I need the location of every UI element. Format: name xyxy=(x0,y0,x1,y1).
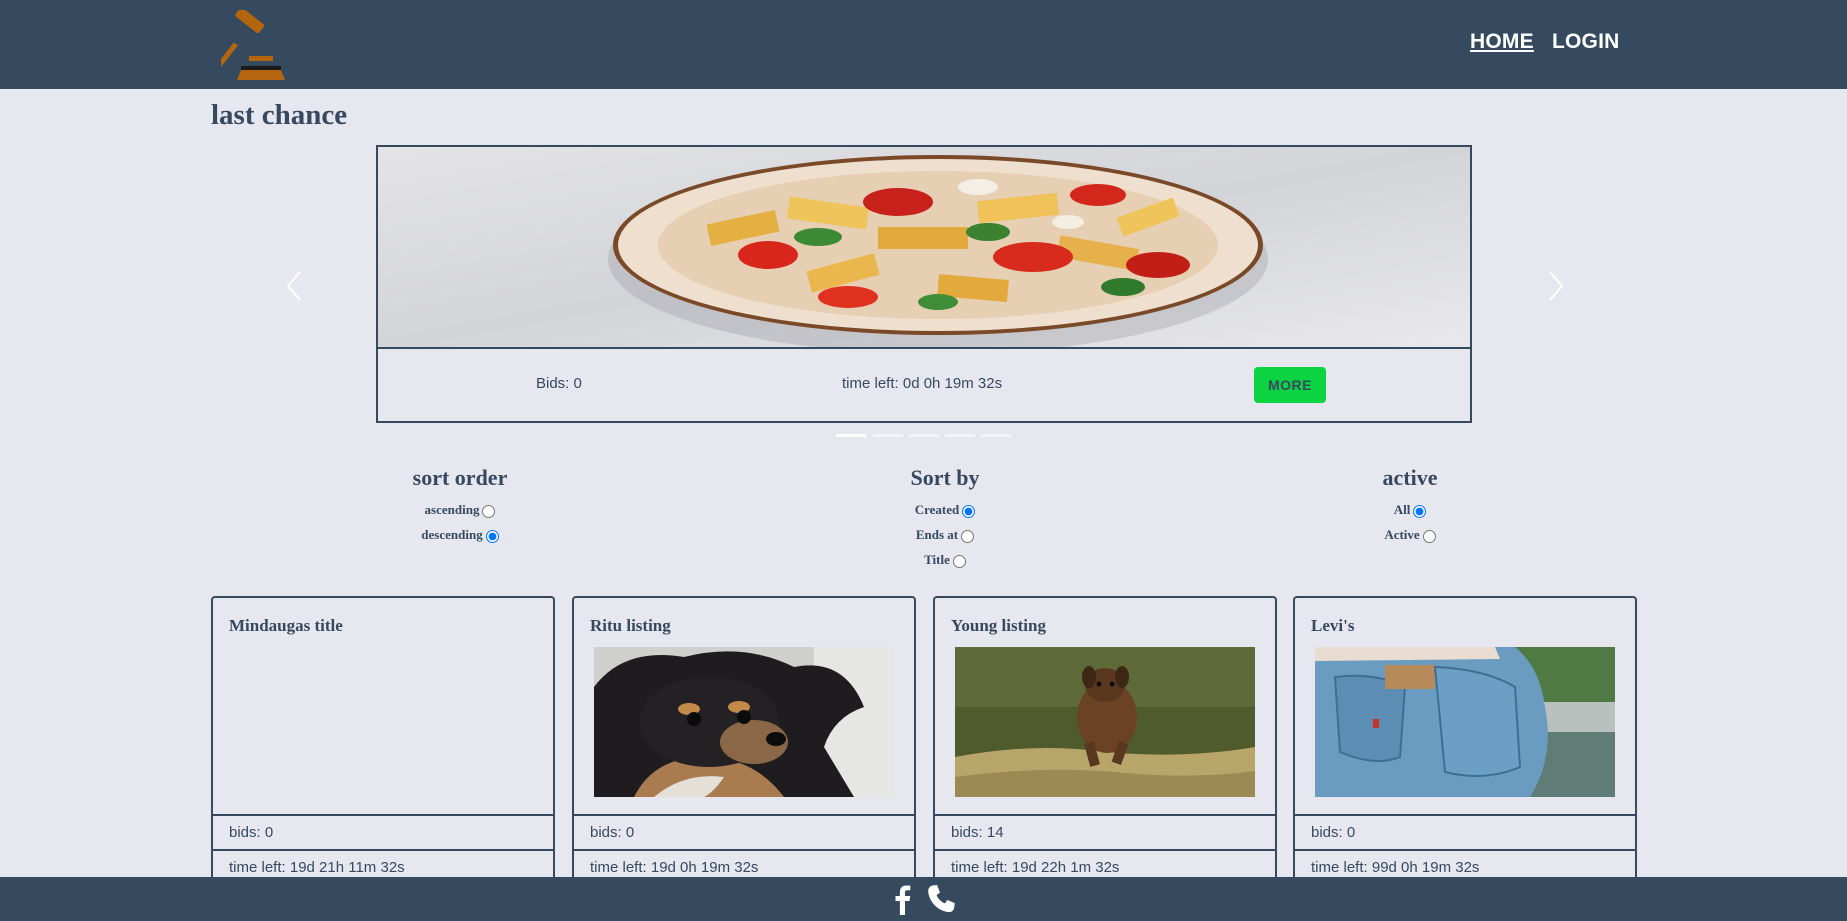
listing-title[interactable]: Ritu listing xyxy=(590,616,671,636)
radio-label: All xyxy=(1393,502,1411,517)
active-filter-group: active All Active xyxy=(1310,465,1510,547)
active-option[interactable]: All xyxy=(1310,497,1510,522)
listing-bids: bids: 0 xyxy=(1295,814,1635,849)
carousel-image xyxy=(378,147,1470,349)
carousel-next-icon[interactable] xyxy=(1546,268,1566,304)
radio-label: Title xyxy=(924,552,950,567)
radio-label: ascending xyxy=(424,502,480,517)
created-radio[interactable] xyxy=(962,504,976,518)
ends-at-radio[interactable] xyxy=(961,529,975,543)
active-filter-title: active xyxy=(1382,465,1438,490)
carousel-indicator[interactable] xyxy=(873,434,903,437)
header-bar: HOME LOGIN xyxy=(0,0,1847,89)
listing-image[interactable] xyxy=(594,647,894,797)
sort-order-option[interactable]: ascending xyxy=(360,497,560,522)
listing-bids: bids: 0 xyxy=(574,814,914,849)
carousel-time-left: time left: 0d 0h 19m 32s xyxy=(842,375,1003,392)
listing-card[interactable]: Mindaugas title bids: 0 time left: 19d 2… xyxy=(211,596,555,916)
listing-card[interactable]: Levi's bids: 0 time left: 99d 0h 19m 32s xyxy=(1293,596,1637,916)
carousel-info: Bids: 0 time left: 0d 0h 19m 32s MORE xyxy=(378,349,1470,421)
radio-label: descending xyxy=(421,527,483,542)
nav-login-link[interactable]: LOGIN xyxy=(1552,30,1620,54)
listing-image[interactable] xyxy=(1315,647,1615,797)
carousel-indicator[interactable] xyxy=(981,434,1011,437)
carousel-slide: Bids: 0 time left: 0d 0h 19m 32s MORE xyxy=(376,145,1472,423)
sort-by-option[interactable]: Title xyxy=(845,547,1045,572)
carousel-indicator[interactable] xyxy=(909,434,939,437)
listing-title[interactable]: Mindaugas title xyxy=(229,616,343,636)
sort-order-group: sort order ascending descending xyxy=(360,465,560,547)
gavel-logo[interactable] xyxy=(212,7,301,80)
radio-label: Ends at xyxy=(915,527,959,542)
sort-by-option[interactable]: Ends at xyxy=(845,522,1045,547)
listing-bids: bids: 0 xyxy=(213,814,553,849)
listing-image[interactable] xyxy=(955,647,1255,797)
listing-card[interactable]: Young listing bids: 14 time left: 19d 22… xyxy=(933,596,1277,916)
all-radio[interactable] xyxy=(1413,504,1427,518)
section-title: last chance xyxy=(211,99,348,131)
sort-by-title: Sort by xyxy=(910,465,980,490)
carousel-indicator[interactable] xyxy=(945,434,975,437)
footer-bar xyxy=(0,877,1847,921)
nav-home-link[interactable]: HOME xyxy=(1470,30,1534,54)
listing-bids: bids: 14 xyxy=(935,814,1275,849)
carousel-prev-icon[interactable] xyxy=(284,268,304,304)
carousel-indicator[interactable] xyxy=(836,434,866,437)
facebook-icon[interactable] xyxy=(888,883,918,915)
active-radio[interactable] xyxy=(1422,529,1436,543)
descending-radio[interactable] xyxy=(485,529,499,543)
listing-title[interactable]: Young listing xyxy=(951,616,1046,636)
sort-by-group: Sort by Created Ends at Title xyxy=(845,465,1045,572)
listing-card[interactable]: Ritu listing bids: 0 time left: 19d 0h 1… xyxy=(572,596,916,916)
phone-icon[interactable] xyxy=(926,883,956,915)
more-button[interactable]: MORE xyxy=(1254,367,1326,403)
radio-label: Created xyxy=(914,502,960,517)
title-radio[interactable] xyxy=(952,554,966,568)
ascending-radio[interactable] xyxy=(482,504,496,518)
sort-order-title: sort order xyxy=(412,465,508,490)
listing-title[interactable]: Levi's xyxy=(1311,616,1354,636)
sort-by-option[interactable]: Created xyxy=(845,497,1045,522)
carousel-bids: Bids: 0 xyxy=(536,375,582,392)
sort-order-option[interactable]: descending xyxy=(360,522,560,547)
active-option[interactable]: Active xyxy=(1310,522,1510,547)
radio-label: Active xyxy=(1384,527,1420,542)
